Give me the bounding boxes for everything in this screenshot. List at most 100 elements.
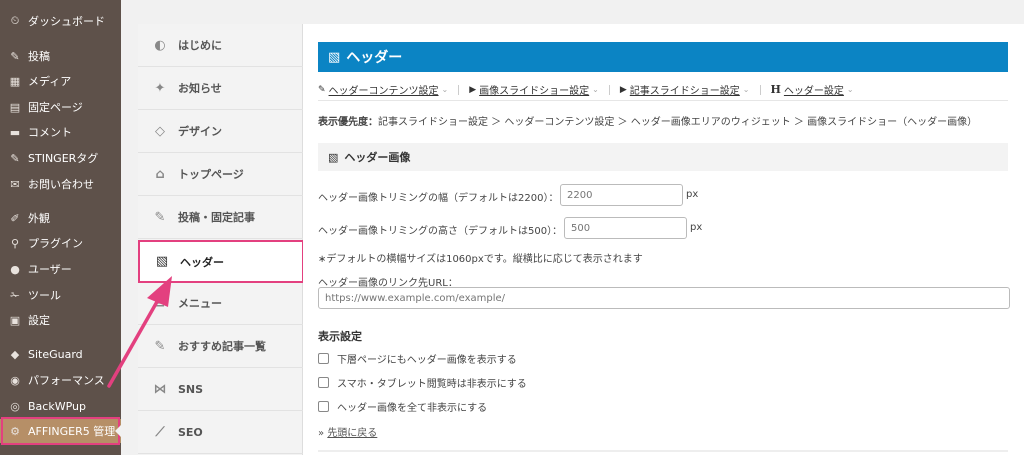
settings-tab-recommended[interactable]: ✎ おすすめ記事一覧 (138, 325, 303, 368)
subnav-label: ヘッダー設定 (783, 86, 844, 97)
subnav-header-settings[interactable]: H ヘッダー設定 ⌄ (771, 82, 854, 97)
menu-label: 設定 (28, 314, 50, 327)
chevron-down-icon: ⌄ (592, 85, 599, 94)
tab-label: お知らせ (178, 82, 222, 95)
menu-item-performance[interactable]: ◉ パフォーマンス (0, 368, 121, 392)
settings-tab-design[interactable]: ◇ デザイン (138, 110, 303, 153)
priority-label: 表示優先度： (318, 117, 378, 128)
checkbox[interactable] (318, 401, 329, 412)
speedometer-icon: ◉ (10, 373, 20, 387)
tab-label: ヘッダー (180, 255, 224, 269)
active-indicator (115, 425, 121, 437)
settings-tab-news[interactable]: ✦ お知らせ (138, 67, 303, 110)
menu-item-comments[interactable]: ▬ コメント (0, 120, 121, 144)
diamond-icon: ◇ (155, 123, 165, 139)
settings-tab-intro[interactable]: ◐ はじめに (138, 24, 303, 67)
home-icon: ⌂ (155, 166, 165, 182)
back-to-top-link[interactable]: » 先頭に戻る (318, 424, 377, 439)
subnav-label: 画像スライドショー設定 (479, 86, 590, 97)
menu-item-dashboard[interactable]: ⏲ ダッシュボード (0, 9, 121, 33)
twitter-icon: ✦ (154, 80, 166, 96)
height-label: ヘッダー画像トリミングの高さ（デフォルトは500）： (318, 226, 563, 237)
divider (608, 84, 610, 95)
settings-tab-header[interactable]: ▧ ヘッダー (138, 240, 304, 283)
menu-item-appearance[interactable]: ✐ 外観 (0, 206, 121, 230)
chevron-down-icon: ⌄ (742, 85, 750, 94)
subnav-header-content[interactable]: ✎ ヘッダーコンテンツ設定 ⌄ (318, 82, 448, 98)
settings-tab-sns[interactable]: ⋈ SNS (138, 368, 303, 411)
menu-item-stinger-tags[interactable]: ✎ STINGERタグ (0, 146, 121, 170)
section-title: ヘッダー画像 (344, 151, 411, 164)
edit-box-icon: ✎ (154, 338, 166, 354)
tab-label: デザイン (178, 125, 222, 138)
image-icon: ▧ (155, 254, 169, 269)
settings-tab-seo[interactable]: ⟋ SEO (138, 411, 303, 454)
height-input[interactable] (564, 217, 687, 239)
header-settings-panel: ▧ ヘッダー ✎ ヘッダーコンテンツ設定 ⌄ ▶ 画像スライドショー設定 ⌄ ▶ 記事スラ… (303, 24, 1024, 455)
menu-item-users[interactable]: ● ユーザー (0, 257, 121, 281)
menu-icon: ≡ (154, 295, 166, 311)
menu-item-plugins[interactable]: ⚲ プラグイン (0, 231, 121, 255)
menu-label: SiteGuard (28, 347, 83, 361)
chevron-down-icon: ⌄ (846, 85, 854, 94)
checkbox-label: 下層ページにもヘッダー画像を表示する (337, 355, 517, 366)
checkbox[interactable] (318, 377, 329, 388)
checkbox-label: スマホ・タブレット閲覧時は非表示にする (337, 379, 527, 390)
subnav-article-slideshow[interactable]: ▶ 記事スライドショー設定 ⌄ (619, 82, 750, 98)
menu-item-media[interactable]: ▦ メディア (0, 69, 121, 93)
size-note: ∗デフォルトの横幅サイズは1060pxです。縦横比に応じて表示されます (318, 254, 643, 265)
edit-icon: ✎ (318, 84, 326, 95)
subnav-label: ヘッダーコンテンツ設定 (328, 86, 439, 97)
heading-icon: H (770, 83, 781, 96)
menu-item-pages[interactable]: ▤ 固定ページ (0, 95, 121, 119)
divider (318, 450, 1008, 452)
tab-label: SNS (178, 382, 204, 396)
menu-item-posts[interactable]: ✎ 投稿 (0, 44, 121, 68)
checkbox-show-subpages[interactable]: 下層ページにもヘッダー画像を表示する (318, 351, 517, 366)
menu-label: 投稿 (28, 50, 50, 63)
gear-icon: ⚙ (10, 424, 20, 438)
checkbox-hide-mobile[interactable]: スマホ・タブレット閲覧時は非表示にする (318, 375, 527, 390)
menu-label: AFFINGER5 管理 (28, 425, 116, 438)
menu-label: STINGERタグ (28, 152, 99, 165)
subnav-image-slideshow[interactable]: ▶ 画像スライドショー設定 ⌄ (469, 82, 599, 98)
menu-label: メディア (28, 75, 72, 88)
panel-title-bar: ▧ ヘッダー (318, 42, 1008, 72)
menu-label: お問い合わせ (28, 178, 94, 191)
height-unit: px (690, 222, 703, 233)
tab-label: SEO (178, 425, 203, 439)
settings-tab-posts[interactable]: ✎ 投稿・固定記事 (138, 196, 303, 239)
link-url-input[interactable] (318, 287, 1010, 309)
mail-icon: ✉ (10, 177, 20, 191)
youtube-icon: ▶ (619, 84, 627, 95)
menu-item-affinger5[interactable]: ⚙ AFFINGER5 管理 (0, 419, 121, 443)
width-input[interactable] (560, 184, 683, 206)
share-icon: ⋈ (153, 381, 167, 397)
checkbox[interactable] (318, 353, 329, 364)
menu-item-siteguard[interactable]: ◆ SiteGuard (0, 342, 121, 366)
menu-label: ダッシュボード (28, 15, 105, 28)
menu-label: パフォーマンス (28, 374, 105, 387)
menu-item-tools[interactable]: ✁ ツール (0, 283, 121, 307)
menu-label: 固定ページ (28, 101, 83, 114)
checkbox-hide-all[interactable]: ヘッダー画像を全て非表示にする (318, 399, 487, 414)
pin-icon: ✎ (10, 49, 20, 63)
settings-tab-top-page[interactable]: ⌂ トップページ (138, 153, 303, 196)
edit-icon: ✎ (154, 209, 166, 225)
comment-icon: ▬ (9, 125, 21, 139)
tab-label: 投稿・固定記事 (178, 211, 255, 224)
menu-item-settings[interactable]: ▣ 設定 (0, 308, 121, 332)
section-header: ▧ ヘッダー画像 (318, 143, 1008, 171)
settings-tab-menu[interactable]: ≡ メニュー (138, 282, 303, 325)
menu-label: 外観 (28, 212, 50, 225)
tab-label: トップページ (178, 168, 244, 181)
display-settings-title: 表示設定 (318, 330, 362, 343)
menu-item-backwpup[interactable]: ◎ BackWPup (0, 394, 121, 418)
admin-sidebar: ⏲ ダッシュボード ✎ 投稿 ▦ メディア ▤ 固定ページ ▬ コメント ✎ STINGER… (0, 0, 121, 455)
menu-label: プラグイン (28, 237, 83, 250)
beginner-icon: ◐ (154, 37, 166, 53)
menu-item-contact[interactable]: ✉ お問い合わせ (0, 172, 121, 196)
plugin-icon: ⚲ (10, 236, 20, 250)
menu-label: ユーザー (28, 263, 72, 276)
priority-text: 記事スライドショー設定 ＞ ヘッダーコンテンツ設定 ＞ ヘッダー画像エリアのウィ… (378, 117, 978, 128)
